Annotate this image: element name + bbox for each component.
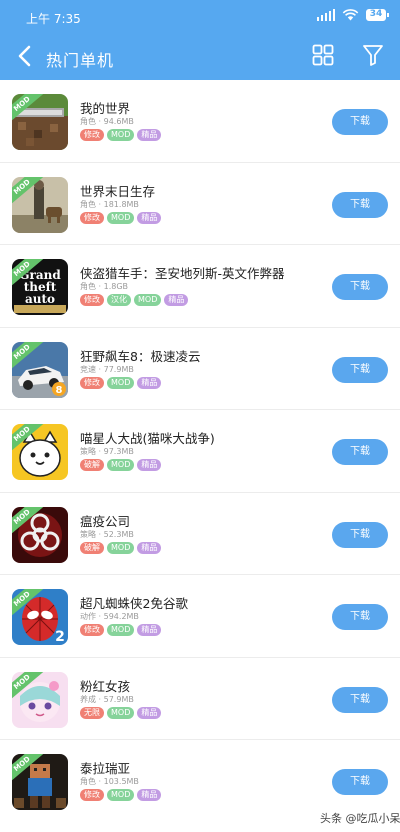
- tag-badge: MOD: [107, 706, 135, 719]
- app-size: 竞速 · 77.9MB: [80, 364, 134, 374]
- download-button[interactable]: 下载: [332, 439, 388, 465]
- tag-badge: MOD: [107, 789, 135, 801]
- download-button[interactable]: 下载: [332, 769, 388, 795]
- tag-badge: MOD: [107, 541, 135, 554]
- list-item[interactable]: 8 MOD 狂野飙车8：极速凌云 竞速 · 77.9MB 修改 MOD 精品 下载: [0, 328, 400, 410]
- tag-badge: 修改: [80, 789, 104, 801]
- download-button[interactable]: 下载: [332, 686, 388, 713]
- app-name[interactable]: 超凡蜘蛛侠2免谷歌: [80, 593, 188, 612]
- app-name[interactable]: 瘟疫公司: [80, 511, 130, 530]
- tag-badge: MOD: [134, 294, 162, 306]
- tag-badge: 修改: [80, 376, 104, 389]
- tag-badge: MOD: [107, 624, 135, 636]
- tag-badge: 精品: [137, 706, 162, 719]
- gta-icon[interactable]: Grand theft auto MOD: [12, 259, 68, 315]
- app-name[interactable]: 狂野飙车8：极速凌云: [80, 346, 200, 365]
- tag-list: 修改 MOD 精品: [80, 376, 162, 389]
- status-bar: 上午 7:35 34: [0, 0, 400, 32]
- back-arrow-icon[interactable]: [14, 44, 36, 68]
- download-button[interactable]: 下载: [332, 109, 388, 135]
- app-size: 养成 · 57.9MB: [80, 694, 134, 704]
- app-name[interactable]: 世界末日生存: [80, 181, 155, 200]
- svg-text:auto: auto: [25, 292, 55, 306]
- tag-badge: MOD: [107, 211, 135, 224]
- tag-badge: 精品: [137, 624, 162, 636]
- app-name[interactable]: 我的世界: [80, 98, 130, 117]
- tag-list: 破解 MOD 精品: [80, 459, 162, 471]
- title-bar: 热门单机: [0, 36, 400, 76]
- list-item[interactable]: Grand theft auto MOD 侠盗猎车手：圣安地列斯-英文作弊器 角色 · 1…: [0, 245, 400, 328]
- battery-icon: 34: [366, 9, 389, 21]
- tag-badge: 破解: [80, 541, 104, 554]
- filter-icon[interactable]: [362, 44, 384, 66]
- svg-text:2: 2: [55, 629, 65, 645]
- list-item[interactable]: MOD 喵星人大战(猫咪大战争) 策略 · 97.3MB 破解 MOD 精品 下载: [0, 410, 400, 493]
- list-item[interactable]: MOD 瘟疫公司 策略 · 52.3MB 破解 MOD 精品 下载: [0, 493, 400, 575]
- minecraft-icon[interactable]: MOD: [12, 94, 68, 150]
- tag-list: 无限 MOD 精品: [80, 706, 162, 719]
- list-item[interactable]: MOD 世界末日生存 角色 · 181.8MB 修改 MOD 精品 下载: [0, 163, 400, 245]
- tag-badge: 精品: [164, 294, 189, 306]
- svg-text:8: 8: [56, 385, 63, 396]
- app-size: 动作 · 594.2MB: [80, 612, 139, 621]
- status-time: 上午 7:35: [26, 12, 81, 26]
- tag-badge: 精品: [137, 376, 162, 389]
- tag-badge: 修改: [80, 211, 104, 224]
- tag-badge: 破解: [80, 459, 104, 471]
- tag-badge: 精品: [137, 129, 162, 141]
- list-item[interactable]: MOD 粉红女孩 养成 · 57.9MB 无限 MOD 精品 下载: [0, 658, 400, 740]
- app-list: MOD 我的世界 角色 · 94.6MB 修改 MOD 精品 下载 MOD 世界末日生存 角色 ·…: [0, 80, 400, 823]
- app-size: 角色 · 94.6MB: [80, 117, 134, 126]
- app-size: 角色 · 181.8MB: [80, 199, 139, 209]
- app-size: 策略 · 52.3MB: [80, 529, 134, 539]
- download-button[interactable]: 下载: [332, 191, 388, 218]
- app-name[interactable]: 侠盗猎车手：圣安地列斯-英文作弊器: [80, 263, 285, 282]
- tag-list: 破解 MOD 精品: [80, 541, 162, 554]
- tag-badge: MOD: [107, 459, 135, 471]
- pink-girl-icon[interactable]: MOD: [12, 671, 68, 728]
- signal-icon: [317, 9, 335, 21]
- page-title: 热门单机: [46, 51, 115, 70]
- list-item[interactable]: 2 MOD 超凡蜘蛛侠2免谷歌 动作 · 594.2MB 修改 MOD 精品 下载: [0, 575, 400, 658]
- tag-badge: 无限: [80, 706, 104, 719]
- tag-list: 修改 MOD 精品: [80, 211, 162, 224]
- app-size: 角色 · 103.5MB: [80, 777, 139, 786]
- top-bar: 上午 7:35 34 热门单机: [0, 0, 400, 80]
- tag-badge: 精品: [137, 541, 162, 554]
- tag-badge: 精品: [137, 211, 162, 224]
- app-size: 角色 · 1.8GB: [80, 282, 129, 291]
- tag-badge: 修改: [80, 624, 104, 636]
- spiderman-icon[interactable]: 2 MOD: [12, 589, 68, 645]
- download-button[interactable]: 下载: [332, 521, 388, 548]
- download-button[interactable]: 下载: [332, 356, 388, 383]
- tag-badge: 精品: [137, 459, 162, 471]
- survival-icon[interactable]: MOD: [12, 176, 68, 233]
- app-size: 策略 · 97.3MB: [80, 447, 134, 456]
- download-button[interactable]: 下载: [332, 604, 388, 630]
- terraria-icon[interactable]: MOD: [12, 754, 68, 810]
- status-icons: 34: [317, 9, 389, 21]
- app-name[interactable]: 喵星人大战(猫咪大战争): [80, 428, 215, 447]
- tag-list: 修改 MOD 精品: [80, 789, 162, 801]
- biohazard-icon[interactable]: MOD: [12, 506, 68, 563]
- tag-badge: 精品: [137, 789, 162, 801]
- watermark: 头条 @吃瓜小呆: [320, 812, 400, 825]
- app-name[interactable]: 粉红女孩: [80, 676, 130, 695]
- tag-badge: 修改: [80, 294, 104, 306]
- tag-badge: 汉化: [107, 294, 131, 306]
- grid-view-icon[interactable]: [312, 44, 334, 66]
- download-button[interactable]: 下载: [332, 274, 388, 300]
- wifi-icon: [342, 9, 359, 21]
- tag-badge: MOD: [107, 376, 135, 389]
- tag-list: 修改 汉化 MOD 精品: [80, 294, 189, 306]
- racing-car-icon[interactable]: 8 MOD: [12, 341, 68, 398]
- tag-badge: 修改: [80, 129, 104, 141]
- list-item[interactable]: MOD 我的世界 角色 · 94.6MB 修改 MOD 精品 下载: [0, 80, 400, 163]
- tag-list: 修改 MOD 精品: [80, 129, 162, 141]
- cat-icon[interactable]: MOD: [12, 424, 68, 480]
- tag-list: 修改 MOD 精品: [80, 624, 162, 636]
- app-name[interactable]: 泰拉瑞亚: [80, 758, 130, 777]
- tag-badge: MOD: [107, 129, 135, 141]
